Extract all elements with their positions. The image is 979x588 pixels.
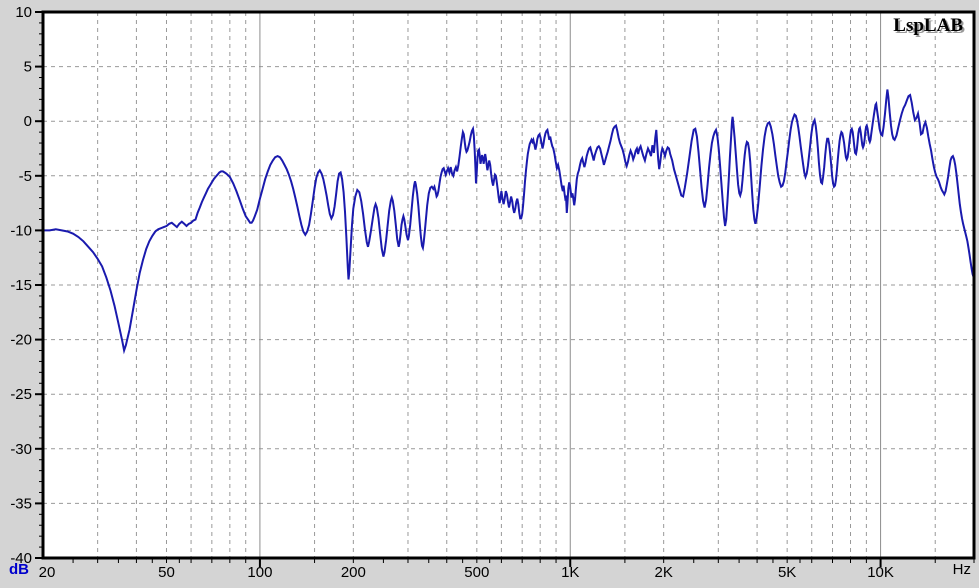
y-tick-label: 5	[24, 59, 32, 76]
x-tick-label: 20	[39, 564, 56, 581]
y-tick-label: -10	[10, 222, 32, 239]
y-tick-label: -5	[19, 168, 32, 185]
x-tick-label: 2K	[654, 564, 672, 581]
brand-logo: LspLAB	[893, 15, 963, 36]
y-tick-label: 0	[24, 113, 32, 130]
x-tick-label: 200	[341, 564, 366, 581]
x-tick-label: 500	[464, 564, 489, 581]
y-tick-label: -25	[10, 386, 32, 403]
x-tick-label: 100	[247, 564, 272, 581]
y-tick-label: -30	[10, 441, 32, 458]
y-tick-label: -20	[10, 332, 32, 349]
frequency-response-chart: 1050-5-10-15-20-25-30-35-4020 50 100 200 500…	[10, 4, 976, 581]
x-tick-label: 50	[158, 564, 175, 581]
y-tick-label: 10	[15, 4, 32, 21]
x-tick-label: 10K	[867, 564, 894, 581]
y-tick-label: -15	[10, 277, 32, 294]
y-axis-unit-label: dB	[9, 561, 29, 578]
x-tick-label: 1K	[561, 564, 579, 581]
y-tick-label: -35	[10, 495, 32, 512]
x-tick-label: 5K	[778, 564, 796, 581]
lsplab-measurement-window: 10 5 0 -5 -10 -15 -20 -25 -30 -35 -40 20 50 100 200 500…	[0, 0, 979, 588]
x-axis-unit-label: Hz	[952, 561, 971, 578]
